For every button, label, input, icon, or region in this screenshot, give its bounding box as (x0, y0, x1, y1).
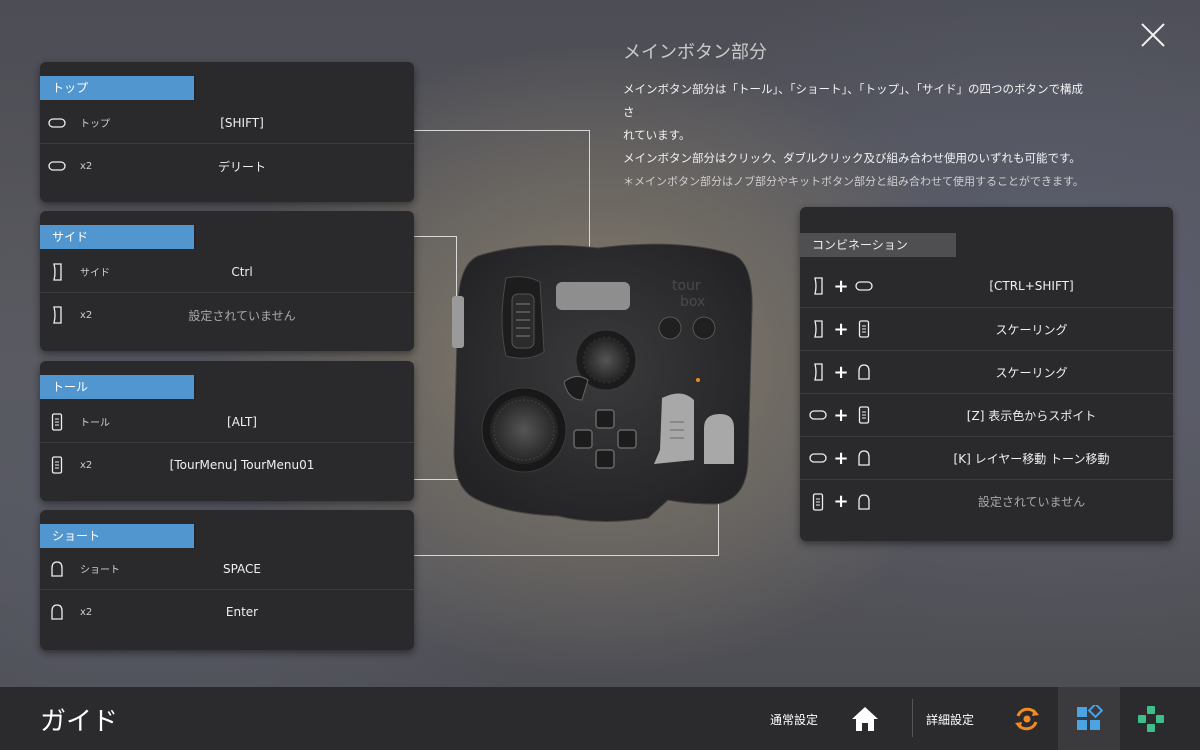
sync-button[interactable] (996, 687, 1058, 750)
panel-tall: トール トール [ALT] x2 [TourMenu] TourMenu01 (40, 361, 414, 501)
plus-sign: + (833, 361, 849, 383)
short-button-icon (854, 493, 874, 511)
combination-row[interactable]: + スケーリング (800, 308, 1173, 351)
combination-row[interactable]: + [Z] 表示色からスポイト (800, 394, 1173, 437)
combination-row[interactable]: + [CTRL+SHIFT] (800, 265, 1173, 308)
top-button-icon (808, 406, 828, 424)
combination-value: 設定されていません (977, 495, 1086, 509)
panel-side: サイド サイド Ctrl x2 設定されていません (40, 211, 414, 351)
mapping-row[interactable]: ショート SPACE (40, 548, 414, 590)
panel-tag-short: ショート (40, 524, 196, 548)
home-icon (852, 706, 878, 731)
description-note: ＊メインボタン部分はノブ部分やキットボタン部分と組み合わせて使用することができま… (623, 175, 1084, 188)
mapping-row[interactable]: x2 [TourMenu] TourMenu01 (40, 444, 414, 486)
mapping-row[interactable]: x2 デリート (40, 145, 414, 187)
side-button-icon (808, 277, 828, 295)
device-logo-line2: box (680, 294, 705, 310)
combination-row[interactable]: + [K] レイヤー移動 トーン移動 (800, 437, 1173, 480)
guide-button[interactable] (1058, 687, 1120, 750)
description-line: メインボタン部分は「トール」、「ショート」、「トップ」、「サイド」の四つのボタン… (623, 82, 1083, 119)
row-value: デリート (217, 159, 266, 174)
tall-button-icon (854, 406, 874, 424)
combination-value: スケーリング (995, 322, 1068, 337)
short-button-icon (854, 449, 874, 467)
panel-tag-combination: コンビネーション (800, 233, 956, 257)
sync-icon (1015, 707, 1039, 730)
row-value: SPACE (222, 561, 262, 576)
plus-sign: + (833, 404, 849, 426)
panel-top: トップ トップ [SHIFT] x2 デリート (40, 62, 414, 202)
mapping-row[interactable]: サイド Ctrl (40, 251, 414, 293)
row-value: [ALT] (227, 414, 257, 429)
combination-row[interactable]: + 設定されていません (800, 480, 1173, 523)
gamepad-button[interactable] (1120, 687, 1182, 750)
panel-tag-tall: トール (40, 375, 196, 399)
row-value: [SHIFT] (220, 115, 264, 130)
side-button-icon (808, 363, 828, 381)
home-button[interactable] (834, 687, 896, 750)
panel-short: ショート ショート SPACE x2 Enter (40, 510, 414, 650)
combination-value: [K] レイヤー移動 トーン移動 (953, 451, 1110, 466)
description-line: れています。 (623, 128, 691, 142)
tall-button-icon (808, 492, 828, 511)
mapping-row[interactable]: x2 Enter (40, 591, 414, 633)
footer-bar: ガイド 通常設定 詳細設定 (0, 687, 1200, 750)
mapping-row[interactable]: トップ [SHIFT] (40, 102, 414, 144)
plus-sign: + (833, 447, 849, 469)
row-value: Ctrl (231, 264, 253, 279)
combination-value: [Z] 表示色からスポイト (966, 408, 1097, 423)
top-button-icon (808, 449, 828, 467)
footer-title: ガイド (40, 707, 119, 737)
description-title: メインボタン部分 (623, 42, 767, 63)
row-value: [TourMenu] TourMenu01 (169, 458, 315, 472)
combination-row[interactable]: + スケーリング (800, 351, 1173, 394)
top-button-icon (854, 277, 874, 295)
plus-sign: + (833, 275, 849, 297)
description-line: メインボタン部分はクリック、ダブルクリック及び組み合わせ使用のいずれも可能です。 (623, 151, 1081, 165)
description-block: メインボタン部分 メインボタン部分は「トール」、「ショート」、「トップ」、「サイ… (623, 38, 1093, 193)
plus-sign: + (833, 491, 849, 512)
combination-value: [CTRL+SHIFT] (989, 279, 1074, 293)
plus-sign: + (833, 318, 849, 340)
tourbox-device-image: tour box (452, 243, 753, 523)
close-icon (1141, 23, 1165, 47)
row-value: Enter (225, 605, 259, 619)
guide-grid-icon (1077, 704, 1103, 730)
device-logo-line1: tour (672, 278, 701, 294)
panel-combination: コンビネーション + [CTRL+SHIFT] + スケーリング + スケーリング + [Z]… (800, 207, 1173, 541)
combination-value: スケーリング (995, 365, 1068, 380)
normal-settings-label: 通常設定 (770, 713, 819, 727)
gamepad-icon (1138, 705, 1164, 732)
side-button-icon (808, 320, 828, 338)
row-value: 設定されていません (188, 308, 296, 323)
mapping-row[interactable]: x2 設定されていません (40, 294, 414, 336)
mapping-row[interactable]: トール [ALT] (40, 401, 414, 443)
advanced-settings-label: 詳細設定 (926, 713, 975, 727)
close-button[interactable] (1140, 22, 1166, 48)
tall-button-icon (854, 320, 874, 338)
panel-tag-side: サイド (40, 225, 196, 249)
panel-tag-top: トップ (40, 76, 196, 100)
short-button-icon (854, 363, 874, 381)
footer-divider (912, 699, 913, 737)
